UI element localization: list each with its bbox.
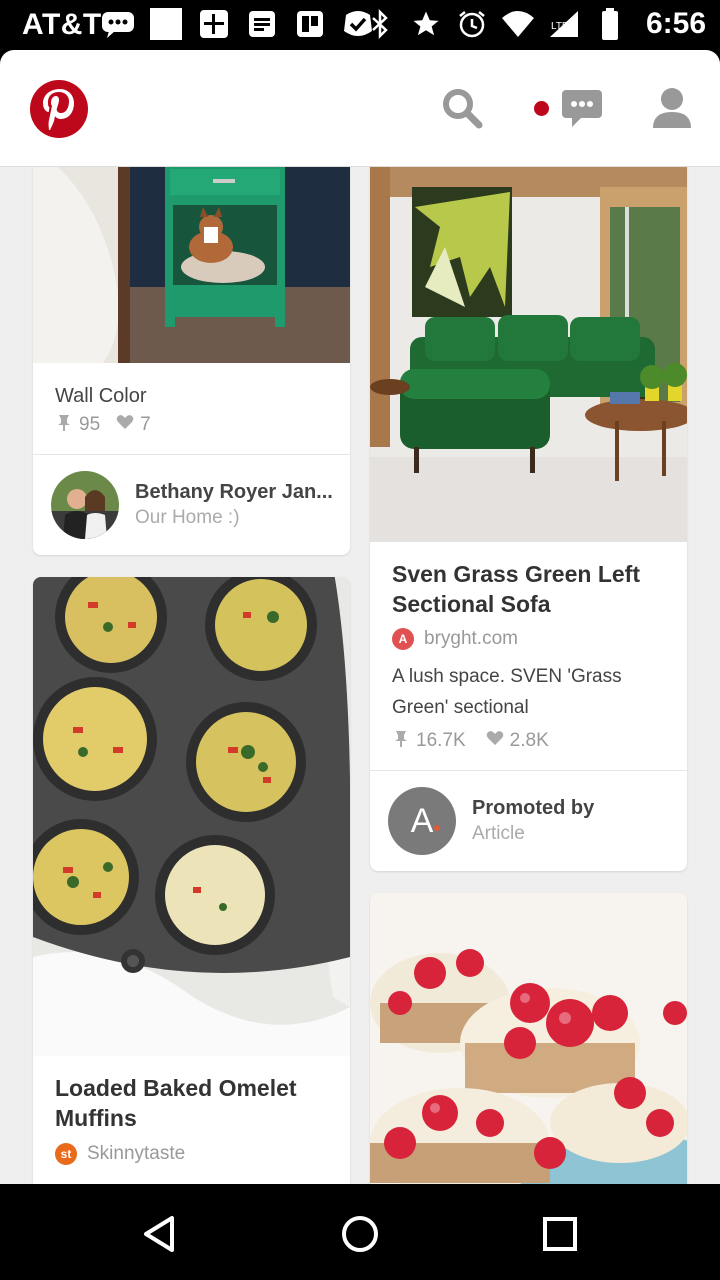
bluetooth-icon [362,6,398,42]
blank-app-icon [148,6,184,42]
notification-icons [100,6,376,42]
status-bar: AT&T LTE 6:56 [0,0,720,50]
promoter-row[interactable]: A Promoted by Article [370,771,687,871]
pin-feed[interactable]: Wall Color 95 7 Bethany Royer Jan... Our… [0,167,720,1184]
source-name[interactable]: Skinnytaste [87,1143,185,1165]
pin-card[interactable]: Sven Grass Green Left Sectional Sofa A b… [370,167,687,871]
save-count: 95 [79,414,101,435]
svg-text:LTE: LTE [551,21,569,32]
board-name[interactable]: Our Home :) [135,507,240,529]
pin-stats: 16.7K 2.8K [392,729,549,753]
pin-stats: 95 7 [55,413,151,437]
pinterest-logo[interactable] [30,80,88,138]
search-icon[interactable] [438,84,486,132]
pinner-name[interactable]: Bethany Royer Jan... [135,481,340,504]
messages-icon [100,6,136,42]
home-icon[interactable] [330,1204,390,1264]
wifi-icon [500,6,536,42]
recents-icon[interactable] [530,1204,590,1264]
pin-image[interactable] [33,167,350,363]
promoter-avatar-letter: A [410,801,434,840]
source-name[interactable]: bryght.com [424,628,518,650]
alarm-icon [454,6,490,42]
pin-card[interactable]: Loaded Baked Omelet Muffins st Skinnytas… [33,577,350,1184]
battery-icon [592,6,628,42]
source-logo: A [392,628,414,650]
like-count: 2.8K [509,730,549,751]
star-icon [408,6,444,42]
pin-card[interactable]: Wall Color 95 7 Bethany Royer Jan... Our… [33,167,350,555]
system-icons: LTE 6:56 [362,6,706,42]
pin-source[interactable]: st Skinnytaste [55,1143,185,1165]
trello-icon [292,6,328,42]
notification-dot [534,101,549,116]
calculator-icon [196,6,232,42]
pin-title: Loaded Baked Omelet Muffins [55,1075,297,1131]
pin-card[interactable] [370,893,687,1184]
heart-icon [486,730,504,752]
messages-icon[interactable] [558,84,606,132]
source-logo: st [55,1143,77,1165]
promoter-name[interactable]: Article [472,823,525,845]
pin-image[interactable] [33,577,350,1056]
pin-description: A lush space. SVEN 'Grass Green' section… [392,666,622,718]
save-count: 16.7K [416,730,466,751]
pinner-row[interactable]: Bethany Royer Jan... Our Home :) [33,455,350,555]
pin-title: Sven Grass Green Left Sectional Sofa [392,561,640,617]
pin-title: Wall Color [55,385,147,407]
heart-icon [116,414,134,436]
back-icon[interactable] [130,1204,190,1264]
promoter-avatar[interactable]: A [388,787,456,855]
profile-icon[interactable] [648,84,696,132]
pin-image[interactable] [370,167,687,542]
signal-icon: LTE [546,6,582,42]
pin-image[interactable] [370,893,687,1184]
app-header [0,50,720,167]
pin-save-icon [55,413,73,437]
carrier-label: AT&T [22,8,102,41]
like-count: 7 [140,414,151,435]
promoted-label: Promoted by [472,797,595,819]
promoter-avatar-dot [434,825,440,831]
pin-source[interactable]: A bryght.com [392,628,518,650]
docs-icon [244,6,280,42]
avatar[interactable] [51,471,119,539]
pin-save-icon [392,729,410,753]
system-nav-bar [0,1184,720,1280]
clock: 6:56 [645,7,706,40]
